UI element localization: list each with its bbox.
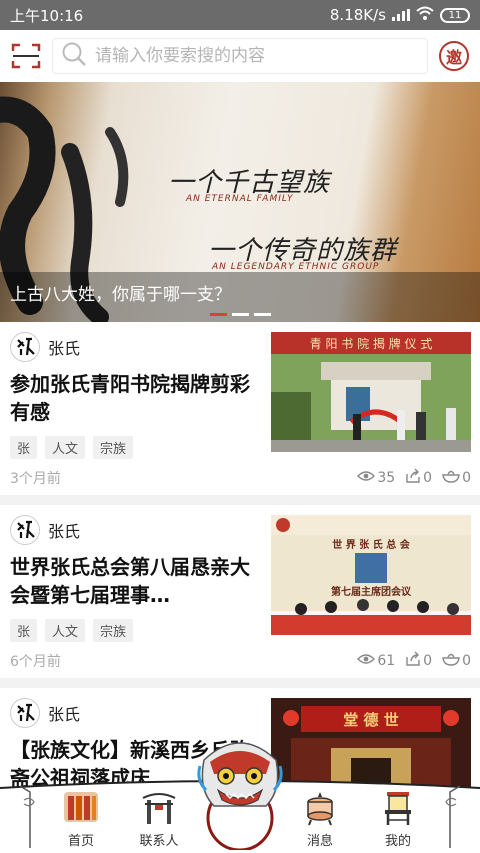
article-card[interactable]: 张氏 参加张氏青阳书院揭牌剪彩有感 张 人文 宗族 3个月前 青 阳 书 院 揭… <box>0 322 480 495</box>
article-stats: 61 0 0 <box>357 651 471 671</box>
gate-icon <box>139 788 179 826</box>
author-name: 张氏 <box>48 705 81 724</box>
carousel-dot[interactable] <box>210 313 227 316</box>
scan-icon[interactable] <box>0 30 52 82</box>
share-icon <box>405 651 421 671</box>
shares-count: 0 <box>423 470 433 486</box>
nav-profile[interactable]: 我的 <box>368 788 428 849</box>
drum-icon <box>300 788 340 826</box>
author-name: 张氏 <box>48 522 81 541</box>
svg-text:第七届主席团会议: 第七届主席团会议 <box>331 585 412 598</box>
bottom-nav: 首页 联系人 消息 我的 <box>0 742 480 853</box>
offering-icon <box>442 652 460 670</box>
tag-list: 张 人文 宗族 <box>10 436 134 459</box>
article-thumbnail[interactable]: 世 界 张 氏 总 会 第七届主席团会议 <box>271 515 471 635</box>
avatar <box>10 515 40 545</box>
carousel-dot[interactable] <box>232 313 249 316</box>
shares-stat[interactable]: 0 <box>405 468 432 488</box>
nav-contacts[interactable]: 联系人 <box>129 788 189 849</box>
search-box[interactable] <box>52 38 428 74</box>
search-icon <box>61 41 87 71</box>
svg-text:堂 德 世: 堂 德 世 <box>343 711 398 729</box>
tag[interactable]: 张 <box>10 619 38 642</box>
tag[interactable]: 宗族 <box>93 436 134 459</box>
lion-mask-icon <box>197 742 283 852</box>
status-time: 上午10:16 <box>10 6 84 25</box>
status-bar: 上午10:16 8.18K/s 11 <box>0 0 480 30</box>
nav-center-lion[interactable] <box>196 730 284 852</box>
wifi-icon <box>416 6 434 24</box>
article-stats: 35 0 0 <box>357 468 471 488</box>
network-speed: 8.18K/s <box>329 6 386 24</box>
article-card[interactable]: 张氏 世界张氏总会第八届恳亲大会暨第七届理事… 张 人文 宗族 6个月前 世 界… <box>0 505 480 678</box>
book-icon <box>61 788 101 826</box>
shares-stat[interactable]: 0 <box>405 651 432 671</box>
top-search-bar: 邀 <box>0 30 480 82</box>
avatar <box>10 698 40 728</box>
carousel-dot[interactable] <box>254 313 271 316</box>
signal-icon <box>392 9 410 21</box>
tag[interactable]: 宗族 <box>93 619 134 642</box>
invite-button[interactable]: 邀 <box>428 30 480 82</box>
nav-messages[interactable]: 消息 <box>290 788 350 849</box>
svg-text:世 界 张 氏 总 会: 世 界 张 氏 总 会 <box>332 538 409 551</box>
tag-list: 张 人文 宗族 <box>10 619 134 642</box>
article-title[interactable]: 参加张氏青阳书院揭牌剪彩有感 <box>10 370 258 426</box>
eye-icon <box>357 470 376 486</box>
search-input[interactable] <box>95 46 395 66</box>
nav-label: 我的 <box>384 834 411 849</box>
banner-subline-2: AN LEGENDARY ETHNIC GROUP <box>212 262 380 272</box>
likes-count: 0 <box>462 653 471 669</box>
nav-label: 首页 <box>67 834 94 849</box>
views-stat: 35 <box>357 470 395 486</box>
svg-text:青 阳 书 院 揭 牌 仪 式: 青 阳 书 院 揭 牌 仪 式 <box>310 336 433 351</box>
offering-icon <box>442 469 460 487</box>
views-count: 35 <box>377 470 396 486</box>
battery-icon: 11 <box>440 7 470 23</box>
tag[interactable]: 张 <box>10 436 38 459</box>
share-icon <box>405 468 421 488</box>
article-author[interactable]: 张氏 <box>10 698 80 728</box>
hero-banner[interactable]: 一个千古望族 AN ETERNAL FAMILY 一个传奇的族群 AN LEGE… <box>0 82 480 322</box>
likes-stat[interactable]: 0 <box>442 652 471 670</box>
post-age: 3个月前 <box>10 471 61 487</box>
tag[interactable]: 人文 <box>45 436 86 459</box>
article-author[interactable]: 张氏 <box>10 332 80 362</box>
banner-subline-1: AN ETERNAL FAMILY <box>186 194 294 204</box>
carousel-indicator <box>210 313 271 316</box>
invite-icon: 邀 <box>439 41 469 71</box>
views-stat: 61 <box>357 653 395 669</box>
nav-label: 消息 <box>306 834 333 849</box>
nav-label: 联系人 <box>139 834 179 849</box>
shares-count: 0 <box>423 653 433 669</box>
eye-icon <box>357 653 376 669</box>
article-thumbnail[interactable]: 青 阳 书 院 揭 牌 仪 式 <box>271 332 471 452</box>
likes-stat[interactable]: 0 <box>442 469 471 487</box>
author-name: 张氏 <box>48 339 81 358</box>
tag[interactable]: 人文 <box>45 619 86 642</box>
nav-home[interactable]: 首页 <box>51 788 111 849</box>
avatar <box>10 332 40 362</box>
likes-count: 0 <box>462 470 471 486</box>
views-count: 61 <box>377 653 396 669</box>
chair-icon <box>378 788 418 826</box>
post-age: 6个月前 <box>10 654 61 670</box>
article-title[interactable]: 世界张氏总会第八届恳亲大会暨第七届理事… <box>10 553 258 609</box>
article-author[interactable]: 张氏 <box>10 515 80 545</box>
